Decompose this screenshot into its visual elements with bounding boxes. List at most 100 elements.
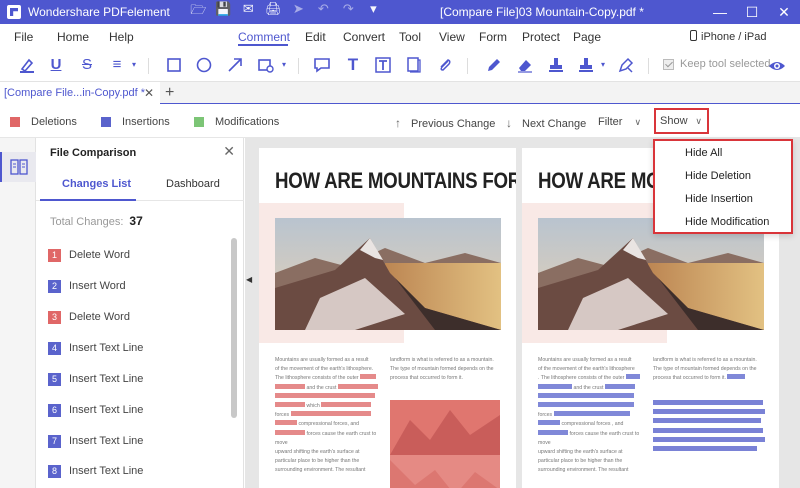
close-panel-icon[interactable]: ✕ [223, 143, 235, 160]
close-window-icon[interactable]: ✕ [768, 0, 800, 24]
change-item[interactable]: 3 Delete Word [48, 310, 130, 324]
insertion-highlight [604, 383, 635, 389]
lines-icon[interactable]: ≡ [108, 56, 126, 74]
change-item[interactable]: 4 Insert Text Line [48, 341, 143, 355]
left-rail [0, 138, 36, 488]
text-line [538, 402, 650, 411]
highlight-icon[interactable] [18, 56, 36, 74]
deletion-highlight [290, 411, 371, 417]
shape-dropdown-icon[interactable]: ▾ [275, 56, 293, 74]
email-icon[interactable]: ✉ [236, 1, 261, 23]
deletion-highlight [337, 383, 378, 389]
minimize-icon[interactable]: — [704, 0, 736, 24]
eraser-icon[interactable] [516, 56, 534, 74]
customize-dropdown-icon[interactable]: ▾ [361, 1, 386, 23]
inserted-line [653, 418, 761, 424]
toolbar-divider [467, 58, 468, 74]
device-button[interactable]: iPhone / iPad [690, 30, 766, 43]
change-item[interactable]: 5 Insert Text Line [48, 372, 143, 386]
menu-form[interactable]: Form [479, 30, 507, 44]
app-name: Wondershare PDFelement [28, 5, 170, 19]
legend-deletions: Deletions [10, 116, 77, 128]
menu-home[interactable]: Home [57, 30, 89, 44]
chevron-down-icon: ∨ [695, 116, 702, 126]
signature-icon[interactable] [577, 56, 595, 74]
menu-tool[interactable]: Tool [399, 30, 421, 44]
strikethrough-icon[interactable]: S [78, 56, 96, 74]
previous-change-button[interactable]: ↑ Previous Change [395, 116, 495, 130]
signature-dropdown-icon[interactable]: ▾ [594, 56, 612, 74]
inserted-line [653, 436, 765, 442]
underline-icon[interactable]: U [47, 56, 65, 74]
next-change-label: Next Change [522, 118, 587, 130]
show-dropdown[interactable]: Show ∨ [654, 108, 709, 134]
comment-toolbar: U S ≡ ▾ ▾ T ▾ Keep tool selected [0, 48, 800, 82]
change-label: Insert Text Line [69, 435, 144, 447]
legend-modifications: Modifications [194, 116, 279, 128]
hand-sign-icon[interactable] [617, 56, 635, 74]
menu-view[interactable]: View [439, 30, 465, 44]
attachment-icon[interactable] [436, 56, 454, 74]
save-icon[interactable]: 💾 [211, 1, 236, 23]
arrow-icon[interactable] [226, 56, 244, 74]
sticky-icon[interactable] [405, 56, 423, 74]
next-change-button[interactable]: ↓ Next Change [506, 116, 586, 130]
change-label: Insert Word [69, 280, 126, 292]
textbox-icon[interactable] [374, 56, 392, 74]
undo-icon[interactable]: ↶ [311, 1, 336, 23]
menu-item-hide-insertion[interactable]: Hide Insertion [685, 193, 753, 205]
change-item[interactable]: 6 Insert Text Line [48, 403, 143, 417]
text-line: and the crust [538, 383, 650, 393]
compare-icon [10, 159, 28, 175]
lake-photo [390, 400, 500, 488]
stamp-icon[interactable] [547, 56, 565, 74]
tab-changes-list[interactable]: Changes List [62, 178, 131, 190]
panel-scrollbar[interactable] [231, 238, 237, 418]
menu-convert[interactable]: Convert [343, 30, 385, 44]
change-item[interactable]: 1 Delete Word [48, 248, 130, 262]
toolbar-divider [148, 58, 149, 74]
menu-item-hide-modification[interactable]: Hide Modification [685, 216, 769, 228]
menu-edit[interactable]: Edit [305, 30, 326, 44]
shape-icon[interactable] [257, 56, 275, 74]
menu-file[interactable]: File [14, 30, 33, 44]
deletion-highlight [275, 402, 305, 408]
device-label: iPhone / iPad [701, 31, 767, 43]
tab-dashboard[interactable]: Dashboard [166, 178, 220, 190]
change-item[interactable]: 2 Insert Word [48, 279, 126, 293]
menu-comment[interactable]: Comment [238, 30, 290, 44]
menu-help[interactable]: Help [109, 30, 134, 44]
collapse-panel-icon[interactable]: ◀ [246, 275, 252, 284]
keep-tool-checkbox[interactable]: Keep tool selected [663, 58, 771, 70]
panel-tabs: Changes List Dashboard [36, 167, 244, 201]
pencil-icon[interactable] [485, 56, 503, 74]
modified-text-col-1: Mountains are usually formed as a result… [538, 356, 650, 476]
arrow-up-icon: ↑ [395, 116, 401, 130]
compare-panel-button[interactable] [0, 152, 36, 182]
menu-item-hide-deletion[interactable]: Hide Deletion [685, 170, 751, 182]
show-dropdown-menu: Hide All Hide Deletion Hide Insertion Hi… [653, 139, 793, 234]
lines-dropdown-icon[interactable]: ▾ [125, 56, 143, 74]
close-tab-icon[interactable]: ✕ [144, 82, 154, 104]
menu-page[interactable]: Page [573, 30, 601, 44]
redo-icon[interactable]: ↷ [336, 1, 361, 23]
filter-dropdown[interactable]: Filter ∨ [598, 116, 641, 128]
forward-icon[interactable]: ➤ [286, 1, 311, 23]
text-line: Mountains are usually formed as a result [275, 357, 369, 363]
maximize-icon[interactable]: ☐ [736, 0, 768, 24]
eye-icon[interactable] [768, 57, 786, 75]
mountain-photo [275, 218, 501, 330]
text-icon[interactable]: T [344, 56, 362, 74]
print-icon[interactable]: 🖨 [261, 1, 286, 23]
note-icon[interactable] [313, 56, 331, 74]
change-item[interactable]: 8 Insert Text Line [48, 464, 143, 478]
total-changes: Total Changes: 37 [50, 214, 143, 228]
document-tab[interactable]: [Compare File...in-Copy.pdf * ✕ [0, 82, 160, 104]
menu-item-hide-all[interactable]: Hide All [685, 147, 722, 159]
menu-protect[interactable]: Protect [522, 30, 560, 44]
open-folder-icon[interactable]: 🗁 [186, 1, 211, 23]
circle-icon[interactable] [195, 56, 213, 74]
add-tab-icon[interactable]: + [165, 84, 174, 102]
rectangle-icon[interactable] [165, 56, 183, 74]
change-item[interactable]: 7 Insert Text Line [48, 434, 143, 448]
